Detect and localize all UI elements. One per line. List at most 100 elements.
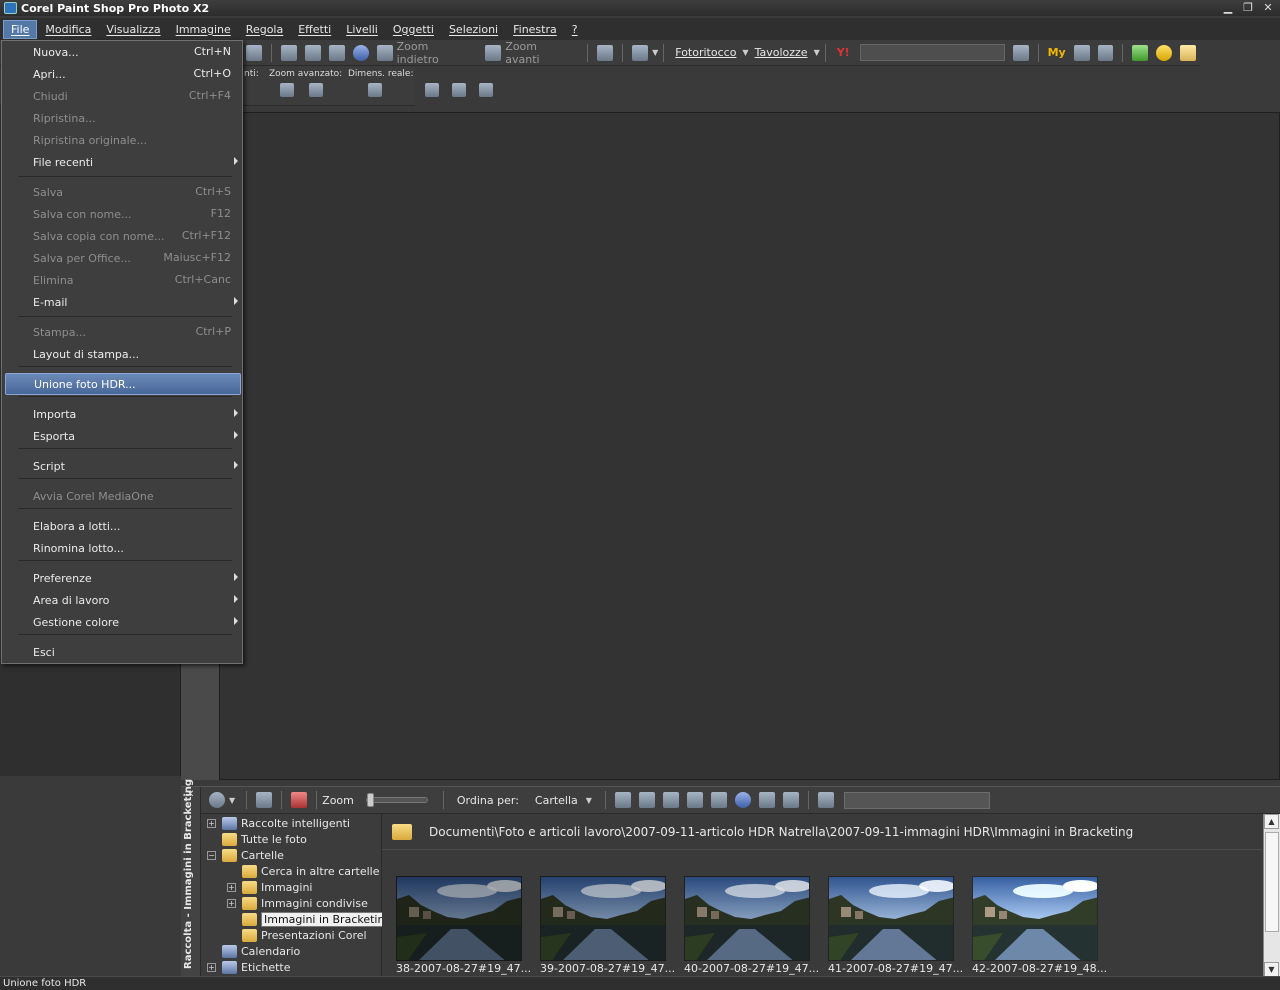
zoom-out-tool-icon[interactable]: [280, 83, 294, 97]
menu-help[interactable]: ?: [565, 21, 585, 38]
workspace-canvas[interactable]: [219, 112, 1280, 780]
photo-thumbnail[interactable]: 41-2007-08-27#19_47...: [828, 876, 963, 976]
restore-icon[interactable]: ❐: [1238, 0, 1258, 15]
fit-window-icon[interactable]: [425, 83, 439, 97]
delete-icon[interactable]: [291, 792, 308, 808]
zoom-in-tool-icon[interactable]: [309, 83, 323, 97]
info-icon[interactable]: [734, 792, 751, 808]
actual-size-icon[interactable]: [368, 83, 382, 97]
menu-regola[interactable]: Regola: [239, 21, 290, 38]
vertical-scrollbar[interactable]: ▲ ▼: [1263, 814, 1280, 977]
menu-oggetti[interactable]: Oggetti: [386, 21, 441, 38]
expand-icon[interactable]: +: [227, 882, 236, 892]
photo-image[interactable]: [828, 876, 954, 961]
tree-node[interactable]: Presentazioni Corel: [227, 927, 367, 943]
file-menu-item-nuova[interactable]: Nuova... Ctrl+N: [5, 41, 241, 63]
organizer-search-input[interactable]: [843, 791, 990, 809]
redo-icon[interactable]: [246, 44, 263, 61]
learning-center-icon[interactable]: [597, 44, 614, 61]
zoom-out-button[interactable]: Zoom indietro: [397, 40, 474, 66]
slideshow-icon[interactable]: [662, 792, 679, 808]
chevron-down-icon[interactable]: ▼: [652, 48, 658, 57]
zoom-in-button[interactable]: Zoom avanti: [505, 40, 574, 66]
file-menu-item-unione-foto-hdr[interactable]: Unione foto HDR...: [5, 373, 241, 395]
copy-icon[interactable]: [632, 44, 649, 61]
file-menu-item-elabora-a-lotti[interactable]: Elabora a lotti...: [5, 515, 241, 537]
search-icon[interactable]: [1012, 44, 1029, 61]
add-folder-icon[interactable]: [256, 792, 273, 808]
photo-thumbnail[interactable]: 39-2007-08-27#19_47...: [540, 876, 675, 976]
tavolozze-dropdown[interactable]: Tavolozze: [755, 46, 808, 59]
photo-thumbnail[interactable]: 38-2007-08-27#19_47...: [396, 876, 531, 976]
photo-image[interactable]: [684, 876, 810, 961]
tree-node[interactable]: + Raccolte intelligenti: [207, 815, 350, 831]
music-icon[interactable]: [1132, 44, 1149, 61]
file-menu-item-rinomina-lotto[interactable]: Rinomina lotto...: [5, 537, 241, 559]
file-menu-item-layout-di-stampa[interactable]: Layout di stampa...: [5, 343, 241, 365]
fix-red-eye-icon[interactable]: [638, 792, 655, 808]
my-yahoo-icon[interactable]: My: [1048, 46, 1066, 59]
fotoritocco-dropdown[interactable]: Fotoritocco: [675, 46, 736, 59]
photo-image[interactable]: [972, 876, 1098, 961]
tree-node[interactable]: + Etichette: [207, 959, 291, 975]
mail-icon[interactable]: [1180, 44, 1197, 61]
file-menu-item-file-recenti[interactable]: File recenti: [5, 151, 241, 173]
sort-dropdown[interactable]: Cartella: [535, 794, 578, 807]
tree-node[interactable]: Tutte le foto: [207, 831, 307, 847]
file-menu-item-area-di-lavoro[interactable]: Area di lavoro: [5, 589, 241, 611]
tree-node[interactable]: Calendario: [207, 943, 300, 959]
scroll-up-arrow[interactable]: ▲: [1264, 814, 1279, 829]
file-menu-item-importa[interactable]: Importa: [5, 403, 241, 425]
zoom-out-icon[interactable]: [376, 44, 393, 61]
zoom-slider[interactable]: [365, 793, 428, 807]
fit-screen-icon[interactable]: [479, 83, 493, 97]
scroll-thumb[interactable]: [1265, 832, 1279, 932]
file-menu-item-gestione-colore[interactable]: Gestione colore: [5, 611, 241, 633]
tree-node[interactable]: + Immagini: [227, 879, 312, 895]
yahoo-search-input[interactable]: [859, 44, 1005, 61]
gear-icon[interactable]: [209, 792, 225, 808]
photo-image[interactable]: [396, 876, 522, 961]
scroll-down-arrow[interactable]: ▼: [1264, 962, 1279, 977]
menu-file[interactable]: File: [3, 19, 38, 39]
expand-icon[interactable]: +: [207, 962, 216, 972]
zoom-slider-thumb[interactable]: [366, 793, 374, 807]
file-menu-item-esci[interactable]: Esci: [5, 641, 241, 663]
collapse-icon[interactable]: −: [207, 850, 216, 860]
email-icon[interactable]: [758, 792, 775, 808]
file-menu-item-apri[interactable]: Apri... Ctrl+O: [5, 63, 241, 85]
file-menu-item-preferenze[interactable]: Preferenze: [5, 567, 241, 589]
fit-image-icon[interactable]: [452, 83, 466, 97]
tree-node[interactable]: − Cartelle: [207, 847, 284, 863]
chevron-down-icon[interactable]: ▼: [229, 796, 235, 805]
fix-icon[interactable]: [614, 792, 631, 808]
chevron-down-icon[interactable]: ▼: [586, 796, 592, 805]
file-menu-item-script[interactable]: Script: [5, 455, 241, 477]
photo-thumbnail[interactable]: 40-2007-08-27#19_47...: [684, 876, 819, 976]
share-icon[interactable]: [328, 44, 345, 61]
menu-finestra[interactable]: Finestra: [506, 21, 564, 38]
file-menu-item-e-mail[interactable]: E-mail: [5, 291, 241, 313]
tree-node[interactable]: Immagini in Bracketing: [227, 911, 395, 927]
transform-icon[interactable]: [281, 44, 298, 61]
tree-node[interactable]: Cerca in altre cartelle: [227, 863, 379, 879]
chevron-down-icon[interactable]: ▼: [742, 48, 748, 57]
tag-icon[interactable]: [782, 792, 799, 808]
menu-visualizza[interactable]: Visualizza: [99, 21, 167, 38]
menu-selezioni[interactable]: Selezioni: [442, 21, 505, 38]
browse-icon[interactable]: [305, 44, 321, 61]
photo-thumbnail[interactable]: 42-2007-08-27#19_48...: [972, 876, 1107, 976]
menu-livelli[interactable]: Livelli: [339, 21, 385, 38]
menu-effetti[interactable]: Effetti: [291, 21, 338, 38]
menu-modifica[interactable]: Modifica: [38, 21, 98, 38]
expand-icon[interactable]: +: [227, 898, 236, 908]
tree-node[interactable]: + Immagini condivise: [227, 895, 368, 911]
share-photo-icon[interactable]: [710, 792, 727, 808]
binoculars-icon[interactable]: [817, 792, 834, 808]
photo-image[interactable]: [540, 876, 666, 961]
yahoo-icon[interactable]: Y!: [837, 46, 850, 59]
info-icon[interactable]: [352, 44, 369, 61]
mobile-icon[interactable]: [1097, 44, 1114, 61]
camera-icon[interactable]: [1073, 44, 1090, 61]
file-menu-item-esporta[interactable]: Esporta: [5, 425, 241, 447]
